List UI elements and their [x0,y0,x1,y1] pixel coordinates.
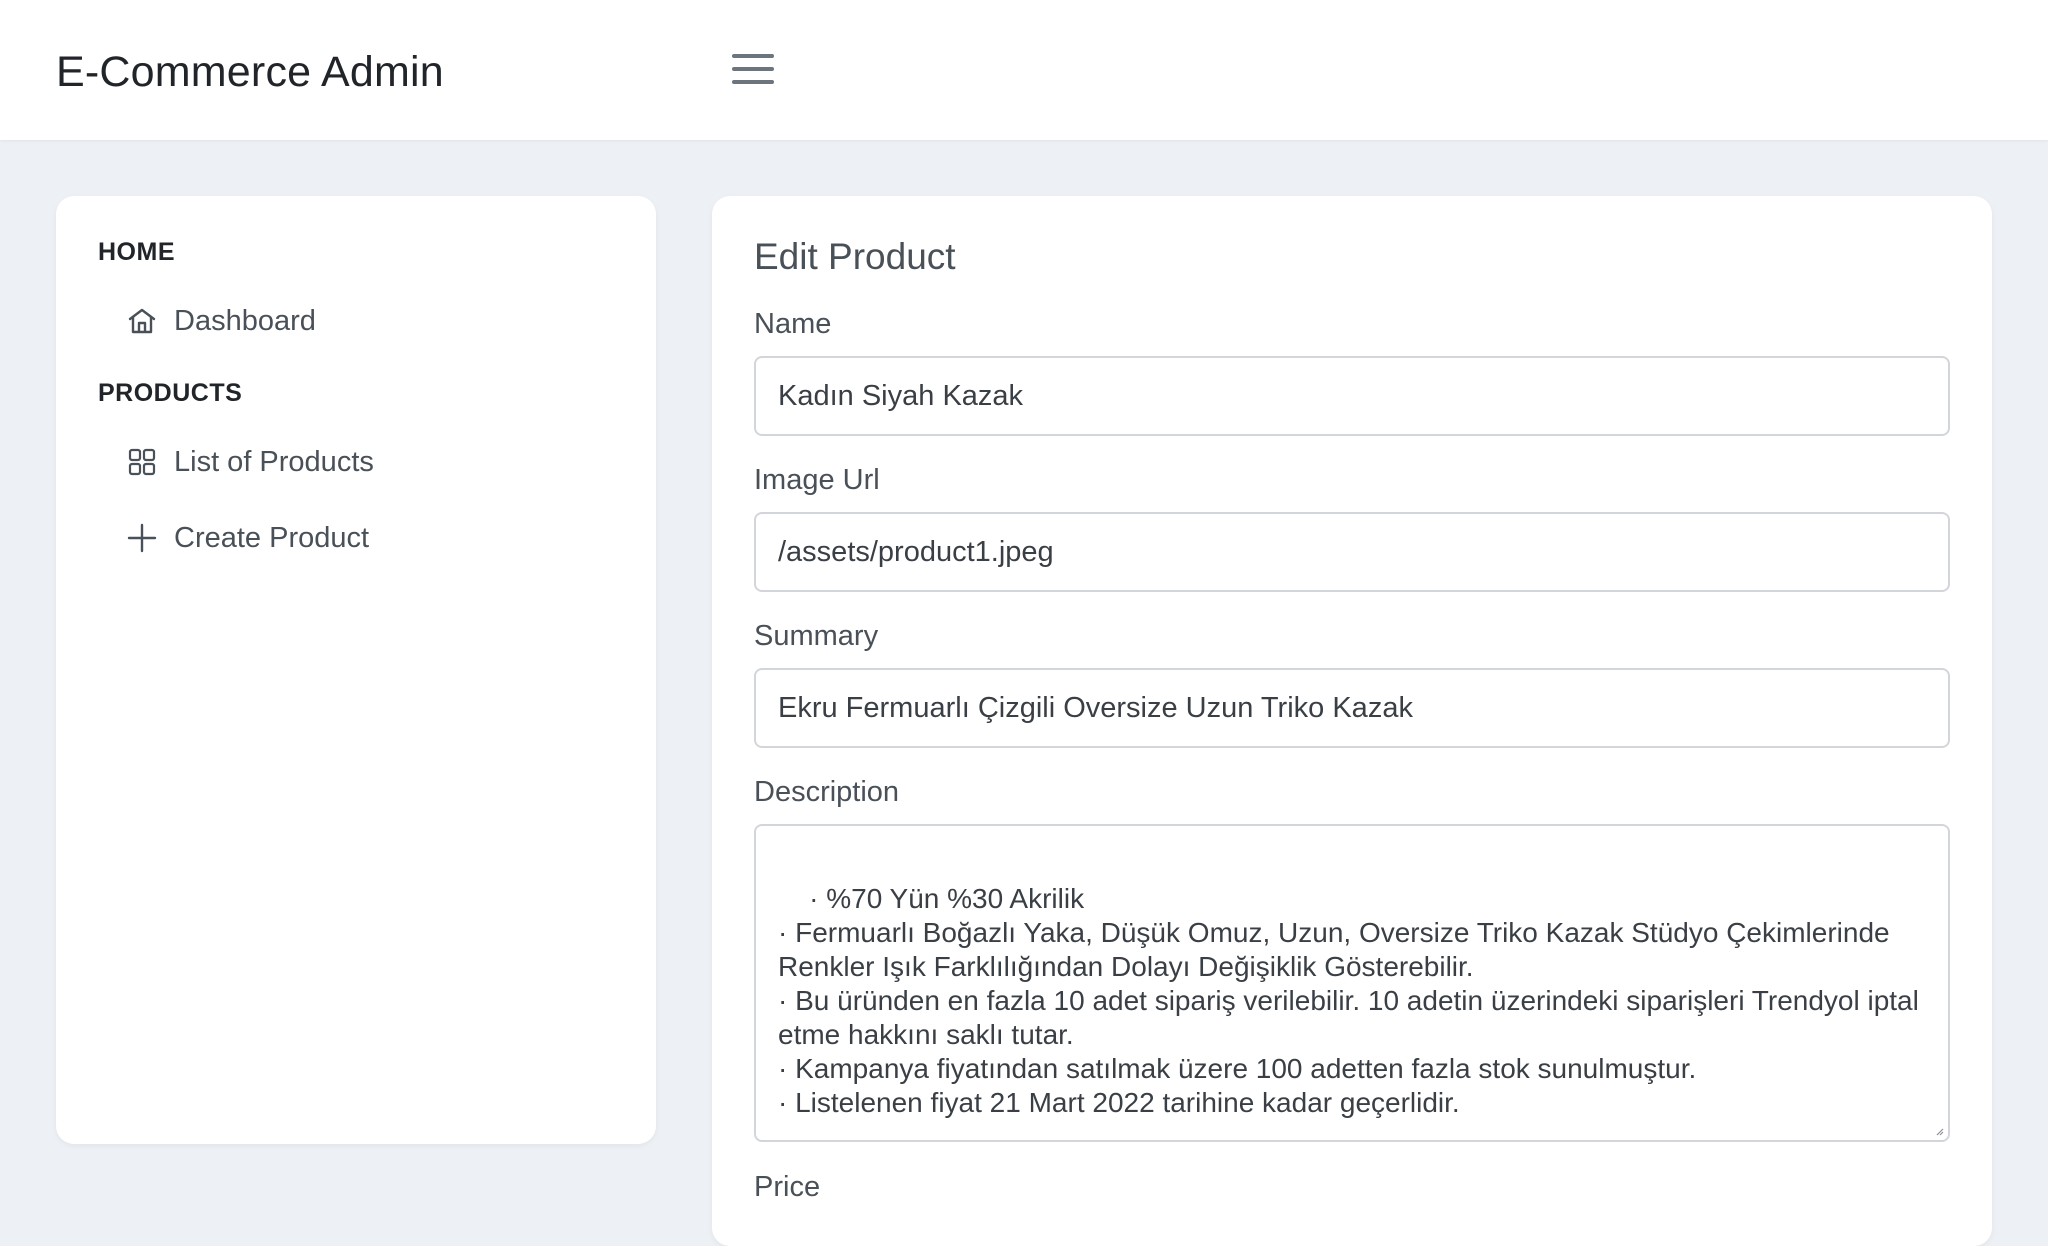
hamburger-menu-icon[interactable] [730,52,776,86]
image-url-label: Image Url [754,464,880,496]
sidebar-item-create-product[interactable]: Create Product [126,513,606,563]
summary-input[interactable]: Ekru Fermuarlı Çizgili Oversize Uzun Tri… [754,668,1950,748]
sidebar-section-home: HOME [98,238,175,266]
top-navbar: E-Commerce Admin [0,0,2048,140]
brand-title[interactable]: E-Commerce Admin [56,48,444,97]
edit-product-card: Edit Product Name Kadın Siyah Kazak Imag… [712,196,1992,1246]
price-label: Price [754,1171,821,1203]
page-title: Edit Product [754,236,956,277]
image-url-input-value: /assets/product1.jpeg [778,535,1054,568]
sidebar-section-products: PRODUCTS [98,379,243,407]
description-label: Description [754,776,900,808]
summary-label: Summary [754,620,879,652]
sidebar-item-list-of-products[interactable]: List of Products [126,437,606,487]
description-textarea[interactable]: · %70 Yün %30 Akrilik · Fermuarlı Boğazl… [754,824,1950,1142]
sidebar-item-dashboard[interactable]: Dashboard [126,296,606,346]
description-textarea-value: · %70 Yün %30 Akrilik · Fermuarlı Boğazl… [778,883,1919,1118]
grid-icon [128,448,156,476]
resize-handle-icon[interactable] [1934,1126,1944,1136]
name-input[interactable]: Kadın Siyah Kazak [754,356,1950,436]
sidebar-item-label: Create Product [174,521,370,554]
plus-icon [127,523,157,553]
name-input-value: Kadın Siyah Kazak [778,379,1024,412]
summary-input-value: Ekru Fermuarlı Çizgili Oversize Uzun Tri… [778,691,1413,724]
sidebar-item-label: List of Products [174,445,374,478]
sidebar: HOME Dashboard PRODUCTS List of Products… [56,196,656,1144]
home-icon [128,308,156,334]
name-label: Name [754,308,832,340]
sidebar-item-label: Dashboard [174,304,316,337]
image-url-input[interactable]: /assets/product1.jpeg [754,512,1950,592]
